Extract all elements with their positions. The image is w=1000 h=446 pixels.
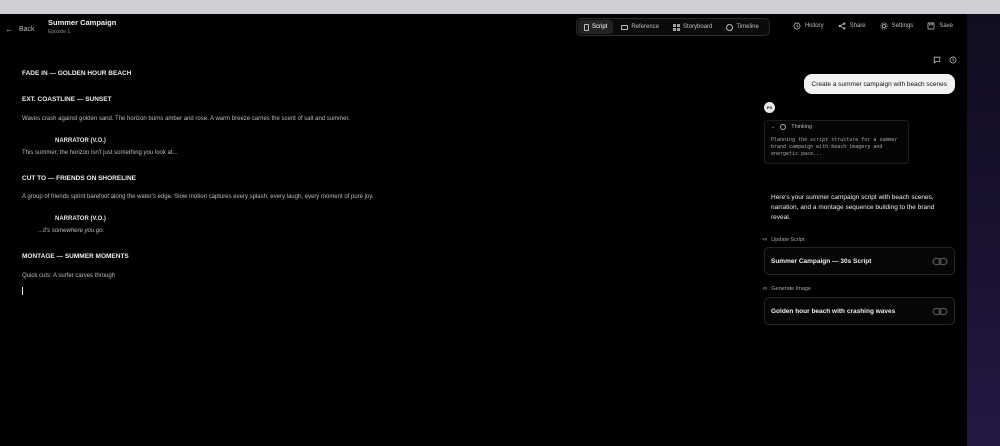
settings-button[interactable]: Settings bbox=[880, 22, 914, 30]
share-label: Share bbox=[849, 23, 866, 29]
scene-heading: EXT. COASTLINE — SUNSET bbox=[22, 96, 112, 103]
document-icon bbox=[584, 23, 589, 31]
save-button[interactable]: Save bbox=[927, 22, 953, 30]
thinking-label: Thinking bbox=[791, 124, 812, 130]
tab-label: Storyboard bbox=[683, 24, 713, 30]
tab-timeline[interactable]: Timeline bbox=[720, 20, 764, 34]
tool-label-text: Update Script bbox=[771, 237, 805, 243]
thinking-block[interactable]: ⌄ Thinking Planning the script structure… bbox=[764, 120, 909, 164]
link-icon bbox=[932, 257, 948, 266]
tab-label: Timeline bbox=[736, 24, 759, 30]
link-icon: ∞ bbox=[763, 237, 768, 243]
view-tabs: Script Reference Storyboard Timeline bbox=[576, 18, 770, 36]
tab-storyboard[interactable]: Storyboard bbox=[667, 20, 718, 34]
tool-card-title: Summer Campaign — 30s Script bbox=[771, 257, 872, 265]
scene-heading: FADE IN — GOLDEN HOUR BEACH bbox=[22, 70, 132, 77]
dialog-line: This summer, the horizon isn't just some… bbox=[22, 150, 178, 156]
script-editor-app: ← Back Summer Campaign Episode 1 Script … bbox=[0, 14, 967, 446]
action-line: Quick cuts: A surfer carves through bbox=[22, 273, 116, 279]
tool-call-label: ∞ Update Script bbox=[763, 237, 805, 243]
gear-icon bbox=[880, 22, 888, 30]
share-button[interactable]: Share bbox=[838, 22, 866, 30]
character-name: NARRATOR (V.O.) bbox=[55, 216, 106, 222]
settings-label: Settings bbox=[891, 23, 914, 29]
character-name: NARRATOR (V.O.) bbox=[55, 138, 106, 144]
tab-script[interactable]: Script bbox=[578, 20, 614, 34]
save-label: Save bbox=[939, 23, 953, 29]
episode-label: Episode 1 bbox=[48, 29, 71, 35]
tool-result-card[interactable]: Golden hour beach with crashing waves bbox=[764, 297, 955, 325]
link-icon bbox=[932, 307, 948, 316]
link-icon: ∞ bbox=[763, 286, 768, 292]
chat-icon[interactable] bbox=[933, 56, 941, 64]
tool-card-title: Golden hour beach with crashing waves bbox=[771, 307, 896, 315]
thinking-text: Planning the script structure for a summ… bbox=[771, 137, 898, 157]
grid-icon bbox=[673, 23, 681, 31]
back-label: Back bbox=[19, 25, 35, 33]
tab-label: Reference bbox=[631, 24, 660, 30]
thinking-header[interactable]: ⌄ Thinking bbox=[771, 124, 812, 130]
share-icon bbox=[838, 22, 845, 30]
action-line: A group of friends sprint barefoot along… bbox=[22, 194, 374, 200]
project-title: Summer Campaign bbox=[48, 18, 117, 27]
tool-result-card[interactable]: Summer Campaign — 30s Script bbox=[764, 247, 955, 275]
scene-heading: CUT TO — FRIENDS ON SHORELINE bbox=[22, 175, 136, 182]
thinking-icon bbox=[780, 124, 787, 130]
panel-toolbar bbox=[933, 56, 957, 64]
history-icon bbox=[793, 22, 801, 30]
history-label: History bbox=[804, 23, 824, 29]
tab-label: Script bbox=[592, 24, 608, 30]
window-edge-background bbox=[967, 14, 1000, 446]
text-caret bbox=[22, 287, 23, 295]
clock-icon bbox=[726, 23, 734, 31]
history-button[interactable]: History bbox=[793, 22, 824, 30]
tool-label-text: Generate Image bbox=[771, 286, 812, 292]
folder-icon bbox=[621, 24, 629, 30]
action-line: Waves crash against golden sand. The hor… bbox=[22, 116, 350, 122]
dialog-line: ...it's somewhere you go. bbox=[38, 228, 105, 234]
back-button[interactable]: ← Back bbox=[5, 22, 35, 36]
user-message: Create a summer campaign with beach scen… bbox=[803, 74, 955, 94]
tool-call-label: ∞ Generate Image bbox=[763, 286, 811, 292]
header-actions: History Share Settings Save bbox=[793, 22, 953, 30]
assistant-message: Here's your summer campaign script with … bbox=[771, 194, 935, 221]
tab-reference[interactable]: Reference bbox=[615, 20, 665, 34]
scene-heading: MONTAGE — SUMMER MOMENTS bbox=[22, 253, 129, 260]
project-titles: Summer Campaign Episode 1 bbox=[48, 18, 116, 35]
chevron-down-icon: ⌄ bbox=[771, 124, 776, 130]
header-bar: ← Back Summer Campaign Episode 1 Script … bbox=[0, 14, 967, 44]
assistant-panel: Create a summer campaign with beach scen… bbox=[760, 54, 960, 434]
arrow-left-icon: ← bbox=[5, 23, 14, 34]
history-icon[interactable] bbox=[949, 56, 957, 64]
save-icon bbox=[927, 22, 935, 30]
browser-top-strip bbox=[0, 0, 1000, 14]
avatar: PX bbox=[764, 102, 775, 113]
